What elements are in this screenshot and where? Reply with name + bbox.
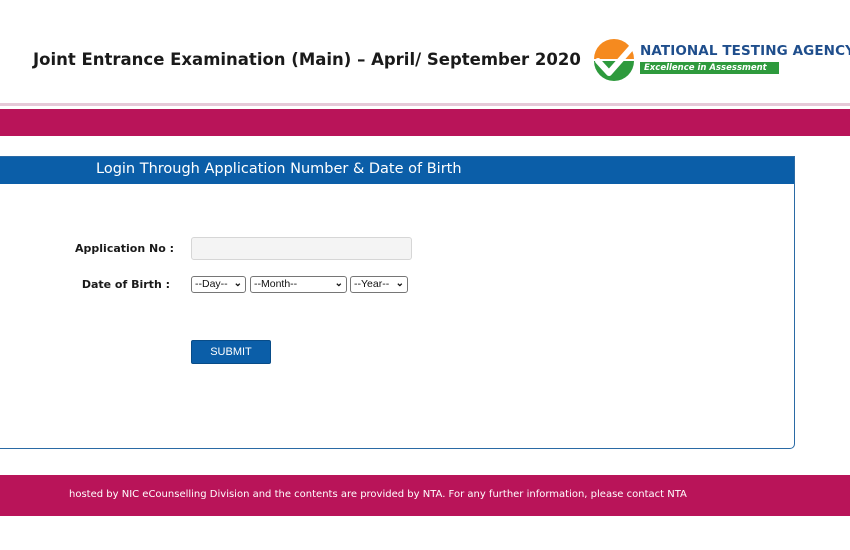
chevron-down-icon: ⌄ [334, 278, 343, 289]
page-header: Joint Entrance Examination (Main) – Apri… [0, 0, 850, 106]
exam-title: Joint Entrance Examination (Main) – Apri… [33, 50, 581, 69]
date-of-birth-label: Date of Birth : [81, 278, 170, 291]
page-footer: hosted by NIC eCounselling Division and … [0, 475, 850, 516]
logo-name: NATIONAL TESTING AGENCY [640, 43, 850, 59]
footer-text: hosted by NIC eCounselling Division and … [69, 489, 687, 500]
nta-checkmark-logo-icon [594, 39, 635, 81]
chevron-down-icon: ⌄ [395, 278, 404, 289]
logo-tagline: Excellence in Assessment [640, 62, 779, 74]
submit-button[interactable]: SUBMIT [191, 340, 271, 364]
login-panel-header: Login Through Application Number & Date … [0, 157, 794, 184]
application-number-label: Application No : [75, 242, 174, 255]
dob-month-select[interactable]: --Month-- ⌄ [250, 276, 347, 293]
application-number-input[interactable] [191, 237, 412, 260]
top-brand-band [0, 109, 850, 136]
nta-logo[interactable]: NATIONAL TESTING AGENCY Excellence in As… [592, 37, 850, 83]
dob-day-selected: --Day-- [195, 278, 228, 290]
login-panel-title: Login Through Application Number & Date … [96, 161, 462, 177]
dob-year-selected: --Year-- [354, 278, 390, 290]
dob-day-select[interactable]: --Day-- ⌄ [191, 276, 246, 293]
chevron-down-icon: ⌄ [233, 278, 242, 289]
dob-year-select[interactable]: --Year-- ⌄ [350, 276, 408, 293]
dob-month-selected: --Month-- [254, 278, 298, 290]
login-panel: Login Through Application Number & Date … [0, 156, 795, 449]
